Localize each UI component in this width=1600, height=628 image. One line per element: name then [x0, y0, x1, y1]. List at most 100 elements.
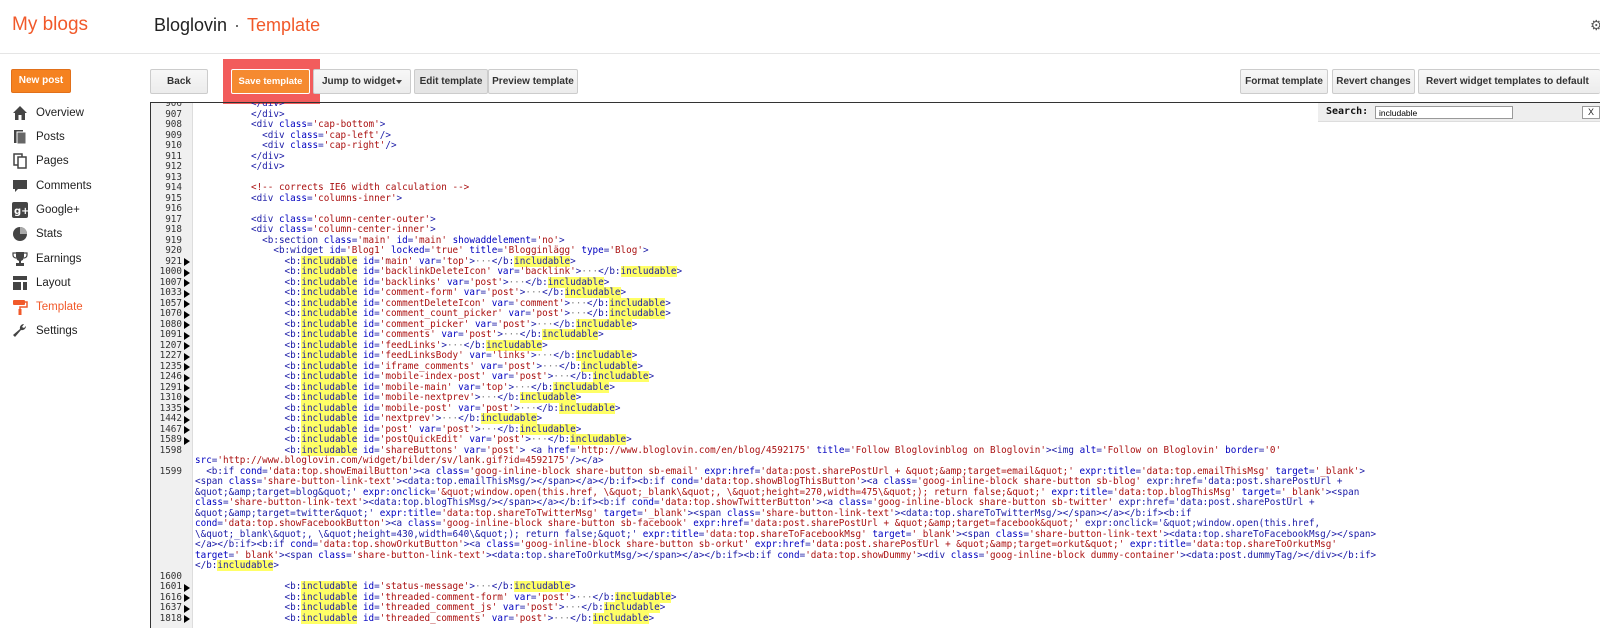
blog-name[interactable]: Bloglovin — [154, 15, 227, 35]
fold-arrow-icon[interactable] — [184, 321, 190, 329]
pages-icon — [12, 153, 28, 169]
code-line[interactable]: target='_blank'><span class='share-butto… — [195, 550, 1376, 562]
line-number: 1091 — [159, 329, 182, 340]
fold-arrow-icon[interactable] — [184, 415, 190, 424]
wrench-icon — [12, 323, 28, 339]
sidebar-item-label: Earnings — [36, 253, 82, 265]
sidebar: New post Overview Posts Pages Comments g+ Goo… — [0, 55, 150, 628]
line-number: 1637 — [159, 602, 182, 613]
jump-to-widget-dropdown[interactable]: Jump to widget — [313, 69, 411, 94]
line-number: 1310 — [159, 392, 182, 403]
new-post-button[interactable]: New post — [11, 69, 71, 93]
template-icon — [12, 299, 28, 315]
preview-template-button[interactable]: Preview template — [488, 69, 578, 94]
sidebar-item-stats[interactable]: Stats — [12, 224, 62, 244]
comment-icon — [12, 178, 28, 194]
breadcrumb-separator: · — [234, 15, 241, 35]
code-line[interactable]: <div class='cap-right'/> — [195, 140, 396, 152]
search-bar: Search: X — [1318, 103, 1600, 122]
sidebar-item-posts[interactable]: Posts — [12, 127, 65, 147]
fold-arrow-icon[interactable] — [184, 363, 190, 371]
sidebar-item-label: Stats — [36, 228, 63, 240]
sidebar-item-label: Settings — [36, 325, 78, 337]
revert-widget-templates-button[interactable]: Revert widget templates to default — [1418, 69, 1600, 94]
line-number: 1599 — [159, 465, 182, 477]
fold-arrow-icon[interactable] — [184, 405, 190, 413]
layout-icon — [12, 275, 28, 291]
revert-changes-button[interactable]: Revert changes — [1332, 69, 1415, 94]
stats-icon — [12, 226, 28, 242]
fold-arrow-icon[interactable] — [184, 289, 190, 298]
line-number: 1601 — [159, 581, 182, 592]
line-number: 1589 — [159, 434, 182, 445]
sidebar-item-google[interactable]: g+ Google+ — [12, 200, 80, 220]
code-line[interactable]: </div> — [195, 161, 285, 173]
line-number: 916 — [165, 203, 182, 214]
sidebar-item-label: Comments — [36, 180, 92, 192]
jump-to-widget-label: Jump to widget — [322, 76, 396, 87]
fold-arrow-icon[interactable] — [184, 604, 190, 613]
sidebar-item-settings[interactable]: Settings — [12, 321, 78, 341]
back-button[interactable]: Back — [150, 69, 208, 94]
posts-icon — [12, 129, 28, 145]
line-number: 910 — [165, 140, 182, 151]
line-number: 1442 — [159, 413, 182, 424]
sidebar-item-comments[interactable]: Comments — [12, 176, 92, 196]
line-number: 912 — [165, 161, 182, 172]
fold-arrow-icon[interactable] — [184, 373, 190, 382]
line-number: 918 — [165, 224, 182, 235]
save-template-button[interactable]: Save template — [231, 69, 310, 94]
line-number: 1818 — [159, 612, 182, 624]
gear-icon[interactable]: ⚙ — [1590, 17, 1600, 34]
home-icon — [12, 105, 28, 121]
fold-arrow-icon[interactable] — [184, 426, 190, 434]
sidebar-item-label: Layout — [36, 277, 71, 289]
fold-arrow-icon[interactable] — [184, 352, 190, 361]
fold-arrow-icon[interactable] — [184, 384, 190, 392]
fold-arrow-icon[interactable] — [184, 279, 190, 287]
code-line[interactable]: <b:includable id='threaded_comments' var… — [195, 612, 654, 625]
code-line[interactable]: <div class='columns-inner'> — [195, 193, 402, 205]
google-plus-icon: g+ — [12, 202, 30, 218]
sidebar-item-overview[interactable]: Overview — [12, 103, 84, 123]
fold-arrow-icon[interactable] — [184, 310, 190, 319]
save-highlight-frame: Save template — [223, 59, 320, 104]
line-number: 1070 — [159, 308, 182, 319]
close-search-button[interactable]: X — [1582, 106, 1600, 119]
sidebar-item-template[interactable]: Template — [12, 297, 83, 317]
fold-arrow-icon[interactable] — [184, 436, 190, 445]
code-area[interactable]: 906 </div> 907 </div> 908 <div class='cap-… — [151, 103, 1600, 628]
code-editor[interactable]: 906 </div> 907 </div> 908 <div class='cap-… — [150, 102, 1600, 628]
fold-arrow-icon[interactable] — [184, 394, 190, 403]
svg-text:g+: g+ — [14, 206, 28, 217]
line-number: 1598 — [159, 444, 182, 456]
breadcrumb: Bloglovin · Template — [154, 15, 320, 36]
sidebar-item-label: Google+ — [36, 204, 80, 216]
edit-template-button[interactable]: Edit template — [414, 69, 488, 94]
sidebar-item-label: Pages — [36, 155, 69, 167]
fold-arrow-icon[interactable] — [184, 583, 190, 592]
code-line[interactable]: </b:includable> — [195, 560, 279, 572]
fold-arrow-icon[interactable] — [184, 268, 190, 277]
sidebar-item-pages[interactable]: Pages — [12, 151, 69, 171]
line-number: 1033 — [159, 287, 182, 298]
fold-arrow-icon[interactable] — [184, 258, 190, 266]
fold-arrow-icon[interactable] — [184, 594, 190, 602]
fold-arrow-icon[interactable] — [184, 342, 190, 350]
sidebar-item-layout[interactable]: Layout — [12, 273, 71, 293]
fold-arrow-icon[interactable] — [184, 615, 190, 623]
line-number: 1246 — [159, 371, 182, 382]
sidebar-item-label: Posts — [36, 131, 65, 143]
fold-arrow-icon[interactable] — [184, 331, 190, 340]
sidebar-item-label: Overview — [36, 107, 84, 119]
fold-arrow-icon[interactable] — [184, 300, 190, 308]
top-header: My blogs Bloglovin · Template ⚙ — [0, 0, 1600, 54]
sidebar-item-earnings[interactable]: Earnings — [12, 249, 81, 269]
line-number: 1000 — [159, 266, 182, 277]
search-input[interactable] — [1375, 106, 1513, 119]
page-title: Template — [247, 15, 321, 35]
my-blogs-link[interactable]: My blogs — [12, 14, 88, 36]
line-number: 908 — [165, 119, 182, 130]
format-template-button[interactable]: Format template — [1240, 69, 1328, 94]
search-label: Search: — [1326, 106, 1369, 117]
